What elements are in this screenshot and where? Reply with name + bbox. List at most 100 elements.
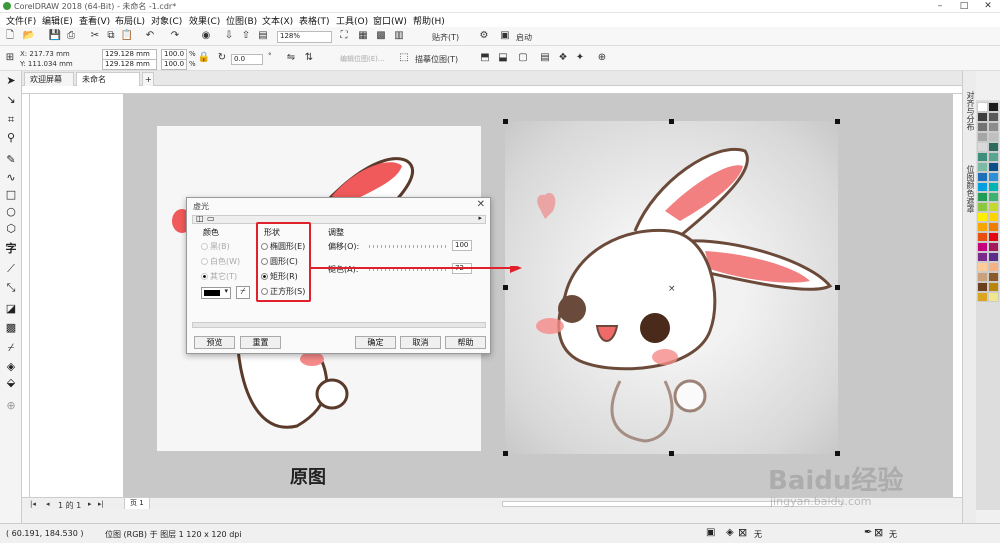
shape-tool-icon[interactable]: ↘ xyxy=(3,93,19,107)
color-swatch[interactable] xyxy=(988,172,999,182)
ellipse-tool-icon[interactable]: ○ xyxy=(3,205,19,219)
menu-window[interactable]: 窗口(W) xyxy=(373,14,407,27)
vertical-ruler[interactable] xyxy=(22,94,30,497)
color-swatch[interactable] xyxy=(977,192,988,202)
show-grid-icon[interactable]: ▩ xyxy=(374,29,388,43)
color-swatch[interactable] xyxy=(977,272,988,282)
text-tool-icon[interactable]: 字 xyxy=(3,242,19,256)
color-swatch[interactable] xyxy=(988,142,999,152)
single-preview-icon[interactable]: ▭ xyxy=(207,214,215,223)
color-option-other[interactable]: 其它(T) xyxy=(201,271,237,282)
menu-file[interactable]: 文件(F) xyxy=(6,14,36,27)
artistic-media-icon[interactable]: ∿ xyxy=(3,171,19,185)
options-gear-icon[interactable]: ⚙ xyxy=(477,29,491,43)
menu-object[interactable]: 对象(C) xyxy=(151,14,182,27)
import-icon[interactable]: ⇩ xyxy=(222,29,236,43)
mirror-horizontal-icon[interactable]: ⇋ xyxy=(284,51,298,65)
color-swatch[interactable] xyxy=(977,172,988,182)
horizontal-ruler[interactable] xyxy=(22,86,962,94)
outline-pen-icon[interactable]: ✒ xyxy=(864,527,872,538)
color-swatch[interactable] xyxy=(977,152,988,162)
color-swatch[interactable] xyxy=(988,242,999,252)
color-swatch[interactable] xyxy=(977,182,988,192)
add-tool-icon[interactable]: ⊕ xyxy=(3,399,19,413)
rectangle-tool-icon[interactable]: □ xyxy=(3,188,19,202)
rotation-angle-field[interactable]: 0.0 xyxy=(231,54,263,65)
reset-button[interactable]: 重置 xyxy=(240,336,281,349)
color-swatch[interactable] xyxy=(977,262,988,272)
height-field[interactable]: 129.128 mm xyxy=(102,59,157,70)
color-swatch[interactable] xyxy=(988,192,999,202)
selection-handle[interactable] xyxy=(669,119,674,124)
page-tab[interactable]: 页 1 xyxy=(124,497,150,509)
open-icon[interactable]: 📂 xyxy=(22,29,36,43)
close-icon[interactable]: ✕ xyxy=(477,199,485,210)
print-icon[interactable]: ⎙ xyxy=(64,29,78,43)
split-preview-icon[interactable]: ◫ xyxy=(196,214,204,223)
color-swatch[interactable] xyxy=(988,222,999,232)
add-icon[interactable]: ⊕ xyxy=(595,51,609,65)
eyedropper-icon[interactable]: ⌿ xyxy=(3,341,19,355)
color-swatch[interactable] xyxy=(977,102,988,112)
copy-icon[interactable]: ⧉ xyxy=(104,29,118,43)
crop-tool-icon[interactable]: ⌗ xyxy=(3,113,19,127)
menu-table[interactable]: 表格(T) xyxy=(299,14,330,27)
drop-shadow-icon[interactable]: ◪ xyxy=(3,302,19,316)
x-position-field[interactable]: X: 217.73 mm xyxy=(20,50,70,58)
selection-handle[interactable] xyxy=(669,451,674,456)
interactive-fill-icon[interactable]: ◈ xyxy=(3,360,19,374)
first-page-icon[interactable]: |◂ xyxy=(30,500,36,508)
edit-bitmap-button[interactable]: 编辑位图(E)... xyxy=(340,54,385,64)
color-swatch[interactable] xyxy=(977,112,988,122)
close-icon[interactable]: ✕ xyxy=(976,0,1000,13)
zoom-tool-icon[interactable]: ⚲ xyxy=(3,131,19,145)
redo-icon[interactable]: ↷ xyxy=(168,29,182,43)
color-swatch[interactable] xyxy=(988,162,999,172)
color-swatch[interactable] xyxy=(977,222,988,232)
save-icon[interactable]: 💾 xyxy=(48,29,62,43)
launch-button[interactable]: 启动 xyxy=(516,32,532,43)
prev-page-icon[interactable]: ◂ xyxy=(46,500,50,508)
selection-handle[interactable] xyxy=(503,285,508,290)
publish-pdf-icon[interactable]: ▤ xyxy=(256,29,270,43)
color-swatch[interactable] xyxy=(988,252,999,262)
bitmap-border-icon[interactable]: ▢ xyxy=(516,51,530,65)
trace-bitmap-icon[interactable]: ⬚ xyxy=(397,51,411,65)
ok-button[interactable]: 确定 xyxy=(355,336,396,349)
color-swatch[interactable] xyxy=(988,282,999,292)
offset-slider[interactable] xyxy=(369,245,449,248)
color-swatch[interactable] xyxy=(977,122,988,132)
fill-indicator-icon[interactable]: ◈ xyxy=(726,527,734,538)
undo-icon[interactable]: ↶ xyxy=(143,29,157,43)
freehand-tool-icon[interactable]: ✎ xyxy=(3,153,19,167)
polygon-tool-icon[interactable]: ⬡ xyxy=(3,222,19,236)
menu-layout[interactable]: 布局(L) xyxy=(115,14,145,27)
selection-handle[interactable] xyxy=(503,119,508,124)
color-swatch[interactable] xyxy=(988,132,999,142)
menu-help[interactable]: 帮助(H) xyxy=(413,14,445,27)
paste-icon[interactable]: 📋 xyxy=(120,29,134,43)
next-page-icon[interactable]: ▸ xyxy=(88,500,92,508)
new-document-icon[interactable]: 🗋 xyxy=(3,29,17,43)
selection-handle[interactable] xyxy=(835,119,840,124)
scale-y-field[interactable]: 100.0 xyxy=(161,59,187,70)
launch-icon[interactable]: ▣ xyxy=(498,29,512,43)
preview-button[interactable]: 预览 xyxy=(194,336,235,349)
menu-effects[interactable]: 效果(C) xyxy=(189,14,220,27)
docker-tab-align[interactable]: 对齐与分布 xyxy=(965,91,976,131)
zoom-level-select[interactable]: 128% xyxy=(277,31,332,43)
smart-fill-icon[interactable]: ⬙ xyxy=(3,376,19,390)
lock-ratio-icon[interactable]: 🔒 xyxy=(197,51,211,65)
color-swatch[interactable] xyxy=(977,142,988,152)
color-effects-icon[interactable]: ✦ xyxy=(573,51,587,65)
cancel-button[interactable]: 取消 xyxy=(400,336,441,349)
color-swatch[interactable] xyxy=(988,182,999,192)
color-swatch[interactable] xyxy=(988,202,999,212)
color-option-black[interactable]: 黑(B) xyxy=(201,241,230,252)
trace-bitmap-button[interactable]: 描摹位图(T) xyxy=(415,54,458,65)
maximize-icon[interactable]: □ xyxy=(952,0,976,13)
color-swatch[interactable] xyxy=(988,112,999,122)
color-swatch[interactable] xyxy=(988,212,999,222)
selection-handle[interactable] xyxy=(835,451,840,456)
mirror-vertical-icon[interactable]: ⇅ xyxy=(302,51,316,65)
